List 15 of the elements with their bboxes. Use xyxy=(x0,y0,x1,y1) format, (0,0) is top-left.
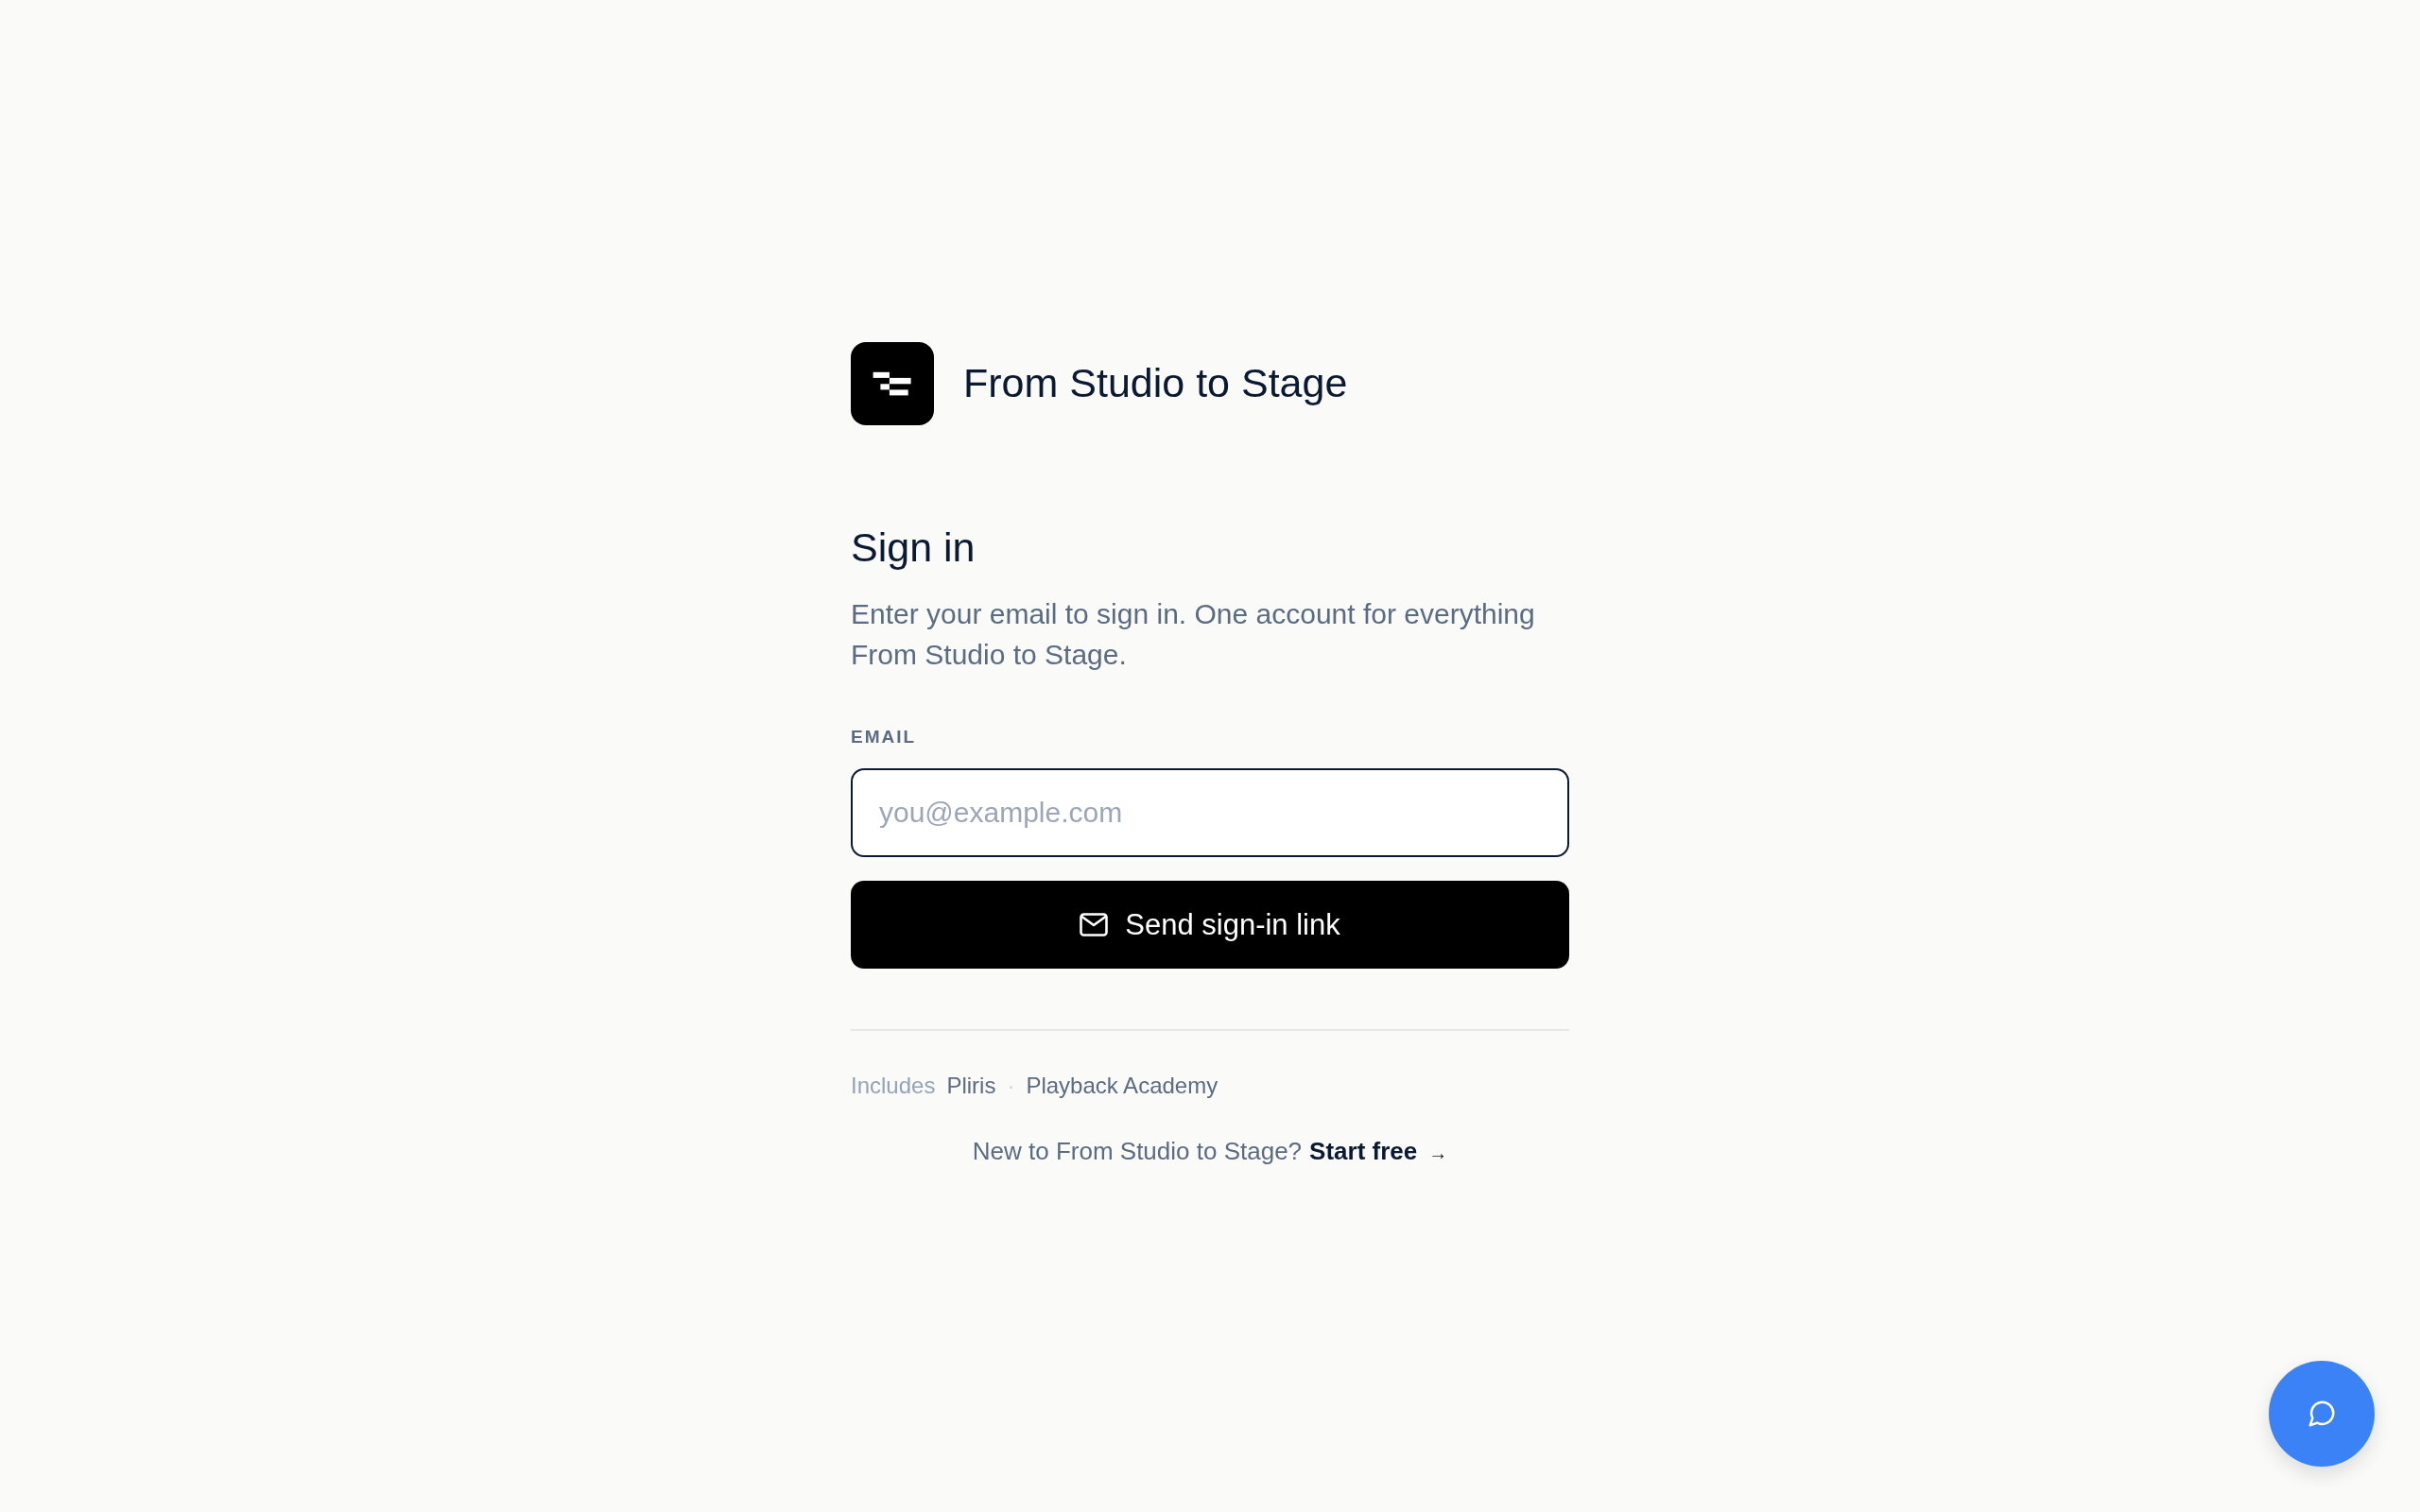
product-link[interactable]: Pliris xyxy=(946,1072,996,1101)
start-free-link[interactable]: Start free → xyxy=(1309,1137,1448,1167)
signup-prompt: New to From Studio to Stage? xyxy=(972,1137,1303,1167)
email-label: EMAIL xyxy=(851,726,917,748)
brand-name: From Studio to Stage xyxy=(963,359,1348,408)
product-link[interactable]: Playback Academy xyxy=(1026,1072,1219,1101)
separator-dot: · xyxy=(1007,1072,1015,1101)
email-field[interactable]: you@example.com xyxy=(851,768,1569,858)
includes-label: Includes xyxy=(851,1072,936,1101)
mail-icon xyxy=(1080,913,1109,937)
sign-in-description: Enter your email to sign in. One account for everything From Studio to Stage. xyxy=(851,596,1536,672)
chat-bubble-icon xyxy=(2308,1400,2335,1427)
send-link-button[interactable]: Send sign-in link xyxy=(851,881,1569,970)
sign-in-heading: Sign in xyxy=(851,524,976,572)
logo-icon xyxy=(851,342,934,425)
